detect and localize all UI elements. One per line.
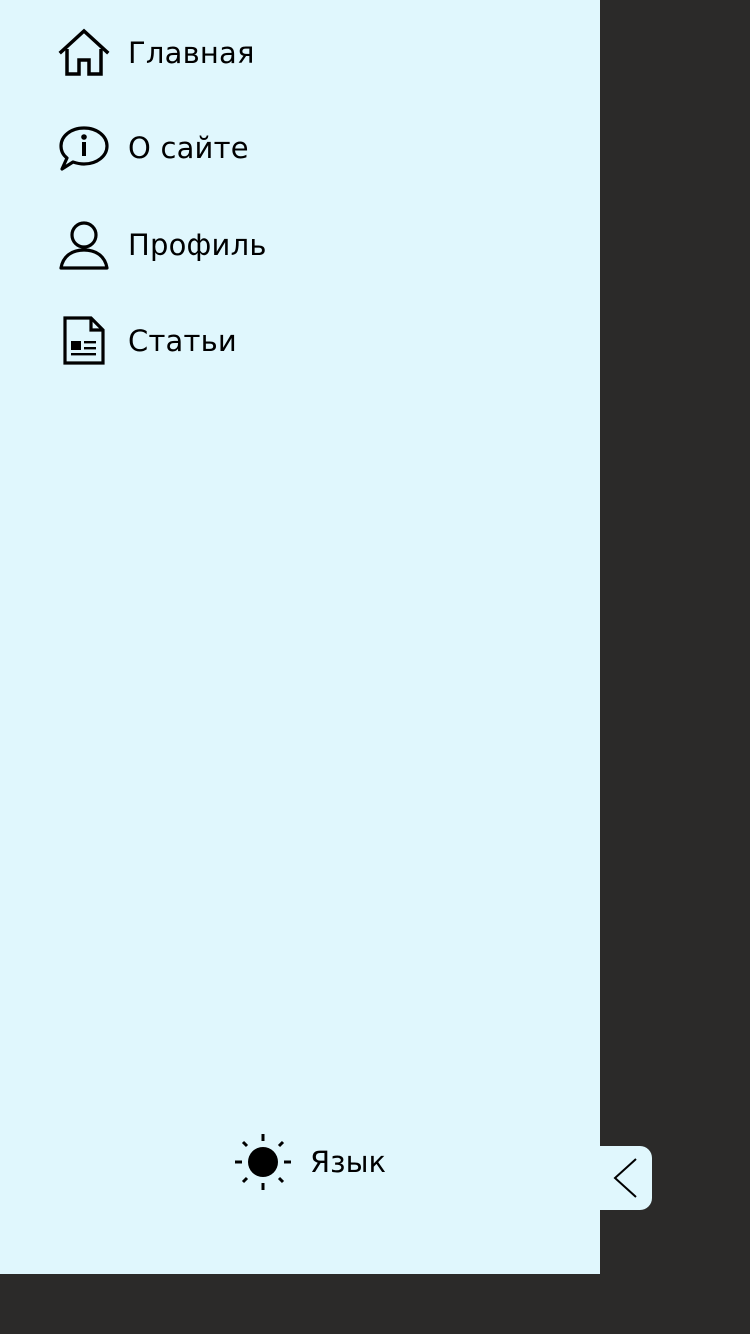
sidebar-item-home[interactable]: Главная — [58, 25, 255, 81]
sidebar: Главная О сайте Профиль Статьи Язык — [0, 0, 600, 1274]
sidebar-item-articles[interactable]: Статьи — [58, 313, 237, 369]
language-button[interactable]: Язык — [310, 1145, 386, 1179]
sidebar-item-label: О сайте — [128, 131, 249, 165]
sidebar-collapse-button[interactable] — [600, 1146, 652, 1210]
sidebar-item-profile[interactable]: Профиль — [58, 217, 267, 273]
sidebar-item-label: Профиль — [128, 228, 267, 262]
article-icon — [58, 315, 110, 367]
sidebar-item-about[interactable]: О сайте — [58, 120, 249, 176]
sun-icon — [235, 1134, 291, 1190]
sidebar-footer: Язык — [234, 1134, 386, 1190]
home-icon — [58, 27, 110, 79]
theme-toggle-button[interactable] — [234, 1133, 292, 1191]
sidebar-item-label: Статьи — [128, 324, 237, 358]
sidebar-item-label: Главная — [128, 36, 255, 70]
info-chat-icon — [58, 122, 110, 174]
user-icon — [58, 219, 110, 271]
chevron-left-icon — [613, 1158, 637, 1198]
